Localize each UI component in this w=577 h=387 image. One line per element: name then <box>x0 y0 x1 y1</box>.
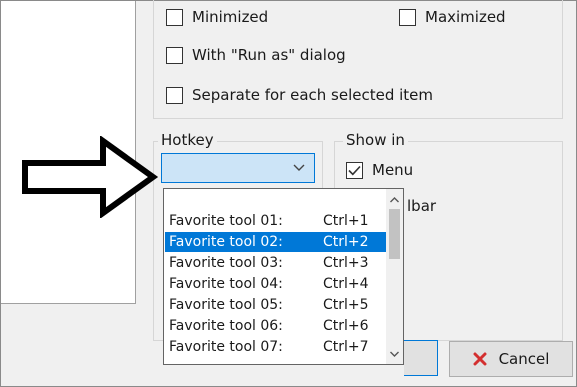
list-item[interactable]: Favorite tool 07: Ctrl+7 <box>165 337 386 357</box>
chevron-down-icon <box>293 164 305 171</box>
hotkey-group-label: Hotkey <box>158 131 217 149</box>
maximized-label: Maximized <box>425 8 506 26</box>
show-in-group-label: Show in <box>343 131 408 149</box>
list-item[interactable]: Favorite tool 05: Ctrl+5 <box>165 295 386 315</box>
chevron-down-icon[interactable] <box>389 349 400 359</box>
list-item[interactable]: Favorite tool 01: Ctrl+1 <box>165 211 386 231</box>
minimized-checkbox-row[interactable]: Minimized <box>166 7 268 27</box>
list-item-selected[interactable]: Favorite tool 02: Ctrl+2 <box>165 232 386 252</box>
outline-arrow-right-icon <box>22 136 159 218</box>
chevron-up-icon[interactable] <box>389 195 400 205</box>
item-name: Favorite tool 01: <box>169 213 283 229</box>
minimized-label: Minimized <box>192 8 269 26</box>
ok-button[interactable] <box>404 340 438 376</box>
menu-checkbox[interactable] <box>346 161 363 179</box>
run-as-label: With "Run as" dialog <box>192 46 346 64</box>
item-shortcut: Ctrl+7 <box>323 339 369 355</box>
menu-checkbox-row[interactable]: Menu <box>346 160 413 180</box>
list-item[interactable]: Favorite tool 06: Ctrl+6 <box>165 316 386 336</box>
cancel-button[interactable]: Cancel <box>449 341 573 377</box>
item-shortcut: Ctrl+4 <box>323 276 369 292</box>
item-name: Favorite tool 04: <box>169 276 283 292</box>
dialog-window: Minimized Maximized With "Run as" dialog… <box>0 0 577 387</box>
separate-checkbox[interactable] <box>166 86 183 104</box>
close-icon <box>473 352 487 366</box>
run-as-checkbox-row[interactable]: With "Run as" dialog <box>166 45 346 65</box>
toolbar-label-fragment: lbar <box>407 197 437 215</box>
item-name: Favorite tool 05: <box>169 297 283 313</box>
item-shortcut: Ctrl+6 <box>323 318 369 334</box>
list-item[interactable]: Favorite tool 04: Ctrl+4 <box>165 274 386 294</box>
minimized-checkbox[interactable] <box>166 8 183 26</box>
scrollbar-thumb[interactable] <box>389 209 400 259</box>
checkmark-icon <box>348 165 361 175</box>
item-shortcut: Ctrl+1 <box>323 213 369 229</box>
cancel-label: Cancel <box>498 350 550 368</box>
separate-checkbox-row[interactable]: Separate for each selected item <box>166 85 433 105</box>
dropdown-scrollbar[interactable] <box>386 189 403 364</box>
maximized-checkbox[interactable] <box>399 8 416 26</box>
run-as-checkbox[interactable] <box>166 46 183 64</box>
item-name: Favorite tool 06: <box>169 318 283 334</box>
separate-label: Separate for each selected item <box>192 86 434 104</box>
hotkey-combobox[interactable] <box>161 153 315 183</box>
item-name: Favorite tool 07: <box>169 339 283 355</box>
maximized-checkbox-row[interactable]: Maximized <box>399 7 506 27</box>
list-item[interactable]: Favorite tool 03: Ctrl+3 <box>165 253 386 273</box>
menu-label: Menu <box>372 161 414 179</box>
item-name: Favorite tool 02: <box>169 234 283 250</box>
item-shortcut: Ctrl+3 <box>323 255 369 271</box>
item-name: Favorite tool 03: <box>169 255 283 271</box>
item-shortcut: Ctrl+2 <box>323 234 369 250</box>
hotkey-dropdown-list[interactable]: Favorite tool 01: Ctrl+1 Favorite tool 0… <box>163 188 404 365</box>
item-shortcut: Ctrl+5 <box>323 297 369 313</box>
